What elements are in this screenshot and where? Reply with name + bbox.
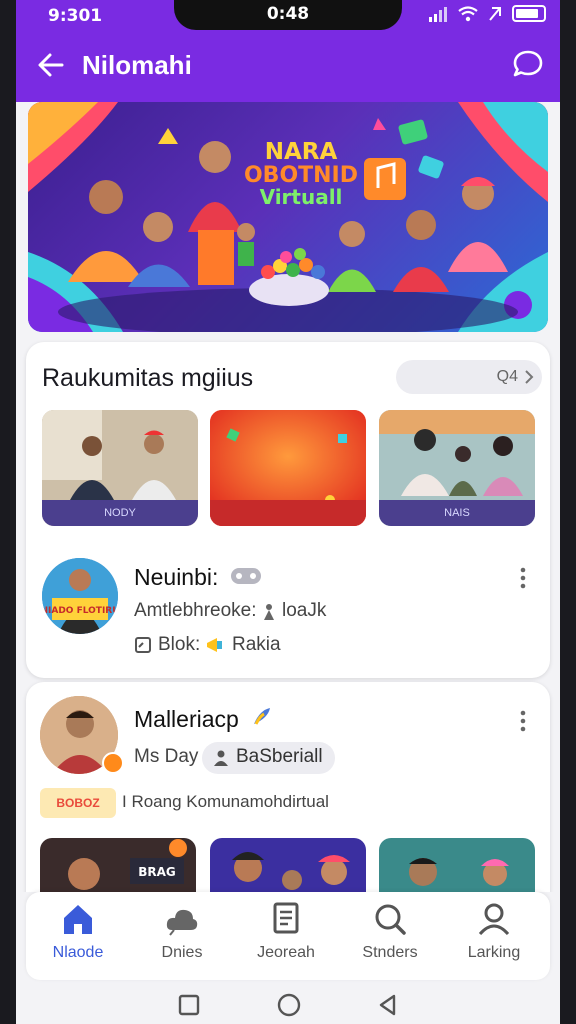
banner-line-2: OBOTNID [243,163,359,189]
back-arrow-icon[interactable] [34,48,68,82]
nav-label-dnies: Dnies [161,944,203,961]
post2-name[interactable]: Malleriacp [134,706,239,733]
thumb-1-caption: NODY [42,500,198,526]
phone-screen: 9:301 0:48 Nilomahi NARA OBOTNID Virtual… [16,0,560,1024]
post1-avatar-image: NIADO FLOTIRU [42,558,118,634]
home-circle-icon[interactable] [277,993,301,1017]
post2-card: Malleriacp Ms Day BaSberiall BOBOZ I Roa… [26,682,550,892]
post1-line2-extra: Rakia [232,634,281,655]
section-title: Raukumitas mgiius [42,364,254,392]
recents-square-icon[interactable] [178,994,200,1016]
nav-item-stnders[interactable]: Stnders [338,902,442,962]
person-icon [264,604,274,620]
rotate-icon [489,6,501,21]
section-thumb-3[interactable]: NAIS [379,410,535,526]
post2-thumb-3[interactable] [379,838,535,892]
chat-bubble-icon[interactable] [510,46,546,82]
status-clock: 0:48 [174,0,402,30]
status-left-text: 9:301 [48,6,103,26]
nav-item-dnies[interactable]: Dnies [130,902,234,962]
section-card: Raukumitas mgiius Q4 NODY NAIS NIADO FLO… [26,342,550,678]
nav-item-jeoreah[interactable]: Jeoreah [234,902,338,962]
thumb-3-caption: NAIS [379,500,535,526]
post1-avatar[interactable]: NIADO FLOTIRU [42,558,118,634]
nav-label-jeoreah: Jeoreah [257,944,315,961]
online-badge-icon [102,752,124,774]
post2-thumb-text: BRAG [138,865,176,879]
app-bar: Nilomahi [16,34,560,102]
post1-more-icon[interactable] [520,567,526,589]
wifi-icon [458,5,478,21]
post2-more-icon[interactable] [520,710,526,732]
system-navigation [16,984,560,1024]
main-content: NARA OBOTNID Virtuall Raukumitas mgiius … [16,102,560,892]
nav-label-stnders: Stnders [362,944,418,961]
section-more-button[interactable]: Q4 [396,360,542,394]
home-icon [64,905,92,934]
post2-tag: BOBOZ [40,788,116,818]
post2-chip[interactable]: BaSberiall [202,742,335,774]
search-icon [375,904,406,935]
thumbs-up-icon [254,708,270,725]
nav-item-home[interactable]: Nlaode [26,902,130,962]
document-icon [273,902,299,934]
nav-item-larking[interactable]: Larking [442,902,546,962]
bottom-navigation: Nlaode Dnies Jeoreah Stnders Larking [26,892,550,980]
banner-illustration [28,102,548,332]
signal-icon [429,6,447,22]
post1-line1: Amtlebhreoke: [134,600,257,621]
hero-banner[interactable]: NARA OBOTNID Virtuall [28,102,548,332]
post2-thumb-2[interactable] [210,838,366,892]
banner-line-3: Virtuall [259,185,343,210]
post2-thumb-1[interactable]: BRAG [40,838,196,892]
post1-name[interactable]: Neuinbi: [134,564,218,591]
page-title: Nilomahi [82,50,192,80]
thumb-2-caption [210,500,366,526]
nav-label-larking: Larking [467,944,521,961]
section-more-label: Q4 [496,368,518,385]
cloud-icon [166,909,198,936]
post2-description: I Roang Komunamohdirtual [122,792,329,811]
chevron-right-icon [525,370,534,384]
post2-chip-label: BaSberiall [236,746,323,767]
nav-label-home: Nlaode [52,944,104,961]
status-bar: 9:301 0:48 [16,0,560,34]
post1-avatar-text: NIADO FLOTIRU [42,606,118,616]
profile-icon [478,903,510,936]
post1-line1-extra: loaJk [282,600,327,621]
gamepad-icon [231,568,261,584]
banner-headline: NARA OBOTNID Virtuall [236,140,366,208]
back-triangle-icon[interactable] [378,994,398,1016]
post2-meta: Ms Day [134,746,199,767]
status-icons [428,5,546,22]
banner-line-1: NARA [264,139,338,165]
megaphone-icon [207,638,222,652]
battery-icon [512,5,546,22]
post1-line2: Blok: [158,634,201,655]
section-thumb-2[interactable] [210,410,366,526]
section-thumb-1[interactable]: NODY [42,410,198,526]
user-swap-icon [214,750,228,766]
checkbox-icon [135,637,151,653]
